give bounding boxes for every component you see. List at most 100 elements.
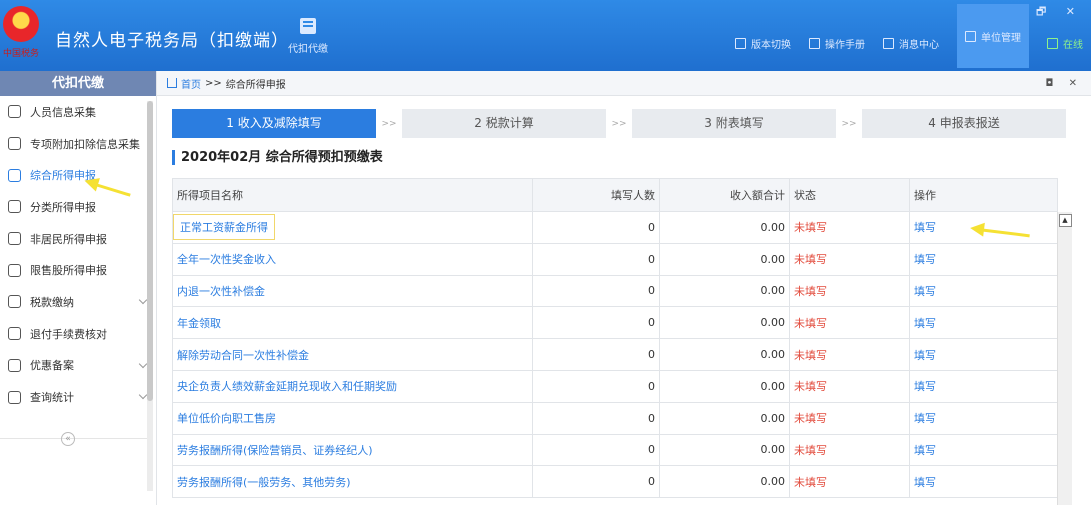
doc-icon: [8, 327, 21, 341]
version-switch-button[interactable]: 版本切换: [735, 36, 791, 51]
action-cell: 填写: [909, 433, 1058, 467]
fill-link[interactable]: 填写: [914, 444, 936, 457]
status-cell: 未填写: [789, 338, 910, 371]
top-tab-withholding[interactable]: 代扣代缴: [276, 18, 340, 55]
step-attachment[interactable]: 3 附表填写: [632, 109, 836, 138]
step-wizard: 1 收入及减除填写 >> 2 税款计算 >> 3 附表填写 >> 4 申报表报送: [172, 109, 1066, 138]
status-cell: 未填写: [789, 306, 910, 340]
card-icon: [8, 358, 21, 372]
sidebar-item-query-stats[interactable]: 查询统计: [0, 381, 156, 413]
sidebar-header: 代扣代缴: [0, 71, 156, 96]
sidebar-item-tax-payment[interactable]: 税款缴纳: [0, 286, 156, 318]
step-arrow: >>: [381, 118, 397, 129]
online-status-button[interactable]: 在线: [1047, 36, 1083, 51]
fill-link[interactable]: 填写: [914, 476, 936, 489]
item-name-cell: 内退一次性补偿金: [172, 274, 533, 308]
manual-button[interactable]: 操作手册: [809, 36, 865, 51]
breadcrumb: 首页 >> 综合所得申报 ◘ ✕: [157, 71, 1091, 96]
income-cell: 0.00: [659, 465, 790, 499]
sidebar-scrollbar[interactable]: [147, 101, 153, 491]
count-cell: 0: [532, 211, 660, 244]
item-name-cell: 劳务报酬所得(一般劳务、其他劳务): [172, 465, 533, 499]
status-cell: 未填写: [789, 433, 910, 467]
status-cell: 未填写: [789, 401, 910, 435]
step-submit[interactable]: 4 申报表报送: [862, 109, 1066, 138]
income-cell: 0.00: [659, 306, 790, 340]
fill-link[interactable]: 填写: [914, 285, 936, 298]
user-outline-icon: [8, 232, 21, 246]
layers-icon: [8, 168, 21, 182]
person-icon: [8, 105, 21, 119]
sidebar-item-preferential-filing[interactable]: 优惠备案: [0, 350, 156, 382]
action-cell: 填写: [909, 242, 1058, 276]
fill-link[interactable]: 填写: [914, 380, 936, 393]
step-arrow: >>: [841, 118, 857, 129]
book-icon: [809, 37, 820, 49]
sidebar-item-special-deduction[interactable]: 专项附加扣除信息采集: [0, 128, 156, 160]
sidebar-item-nonresident[interactable]: 非居民所得申报: [0, 223, 156, 255]
title-bar: 中国税务 自然人电子税务局（扣缴端） 代扣代缴 – 🗗 ✕ 版本切换 操作手册 …: [0, 0, 1091, 71]
status-cell: 未填写: [789, 211, 910, 244]
message-center-button[interactable]: 消息中心: [883, 36, 939, 51]
toolbar-actions: 版本切换 操作手册 消息中心 单位管理 在线: [717, 4, 1083, 68]
item-name-cell: 解除劳动合同一次性补偿金: [172, 338, 533, 371]
step-tax-calculation[interactable]: 2 税款计算: [402, 109, 606, 138]
bar-chart-icon: [8, 263, 21, 277]
search-list-icon: [8, 390, 21, 404]
action-cell: 填写: [909, 369, 1058, 403]
item-name-link[interactable]: 正常工资薪金所得: [173, 214, 275, 241]
item-name-link[interactable]: 内退一次性补偿金: [177, 285, 265, 298]
item-name-cell: 劳务报酬所得(保险营销员、证券经纪人): [172, 433, 533, 467]
action-cell: 填写: [909, 306, 1058, 340]
tab-controls[interactable]: ◘ ✕: [1046, 78, 1083, 89]
col-header-item: 所得项目名称: [172, 178, 533, 212]
col-header-status: 状态: [789, 178, 910, 212]
unit-management-button[interactable]: 单位管理: [957, 4, 1029, 68]
breadcrumb-separator: >>: [205, 77, 222, 89]
col-header-income: 收入额合计: [659, 178, 790, 212]
col-header-action: 操作: [909, 178, 1058, 212]
sidebar-item-personnel[interactable]: 人员信息采集: [0, 96, 156, 128]
item-name-cell: 年金领取: [172, 306, 533, 340]
table-row: 劳务报酬所得(一般劳务、其他劳务) 0 0.00 未填写 填写: [172, 465, 1058, 499]
fill-link[interactable]: 填写: [914, 317, 936, 330]
top-tab-label: 代扣代缴: [288, 44, 328, 55]
table-header-row: 所得项目名称 填写人数 收入额合计 状态 操作: [172, 178, 1058, 212]
sidebar-collapse-button[interactable]: «: [61, 432, 75, 446]
step-income-deduction[interactable]: 1 收入及减除填写: [172, 109, 376, 138]
sidebar: 代扣代缴 人员信息采集 专项附加扣除信息采集 综合所得申报 分类所得申报 非居民…: [0, 71, 157, 505]
fill-link[interactable]: 填写: [914, 253, 936, 266]
status-cell: 未填写: [789, 242, 910, 276]
income-table: 所得项目名称 填写人数 收入额合计 状态 操作 正常工资薪金所得 0 0.00 …: [172, 178, 1058, 499]
scrollbar-thumb[interactable]: [147, 101, 153, 401]
count-cell: 0: [532, 465, 660, 499]
sidebar-item-comprehensive-income[interactable]: 综合所得申报: [0, 159, 156, 191]
count-cell: 0: [532, 369, 660, 403]
sidebar-item-category-income[interactable]: 分类所得申报: [0, 191, 156, 223]
item-name-link[interactable]: 解除劳动合同一次性补偿金: [177, 349, 309, 362]
income-cell: 0.00: [659, 433, 790, 467]
breadcrumb-home-link[interactable]: 首页: [181, 76, 201, 91]
scroll-up-icon[interactable]: ▲: [1058, 214, 1072, 227]
sidebar-item-restricted-shares[interactable]: 限售股所得申报: [0, 254, 156, 286]
table-scrollbar[interactable]: ▲: [1057, 212, 1072, 505]
fill-link[interactable]: 填写: [914, 412, 936, 425]
fill-link[interactable]: 填写: [914, 349, 936, 362]
item-name-link[interactable]: 央企负责人绩效薪金延期兑现收入和任期奖励: [177, 380, 397, 393]
income-cell: 0.00: [659, 274, 790, 308]
table-row: 正常工资薪金所得 0 0.00 未填写 填写: [172, 211, 1058, 244]
table-row: 央企负责人绩效薪金延期兑现收入和任期奖励 0 0.00 未填写 填写: [172, 369, 1058, 403]
app-title: 自然人电子税务局（扣缴端）: [55, 31, 289, 51]
income-cell: 0.00: [659, 401, 790, 435]
fill-link[interactable]: 填写: [914, 221, 936, 234]
item-name-link[interactable]: 劳务报酬所得(保险营销员、证券经纪人): [177, 444, 373, 457]
form-title: 2020年02月 综合所得预扣预缴表: [172, 150, 383, 165]
item-name-cell: 全年一次性奖金收入: [172, 242, 533, 276]
item-name-link[interactable]: 劳务报酬所得(一般劳务、其他劳务): [177, 476, 351, 489]
item-name-link[interactable]: 年金领取: [177, 317, 221, 330]
count-cell: 0: [532, 274, 660, 308]
item-name-link[interactable]: 全年一次性奖金收入: [177, 253, 276, 266]
table-row: 年金领取 0 0.00 未填写 填写: [172, 306, 1058, 340]
item-name-link[interactable]: 单位低价向职工售房: [177, 412, 276, 425]
sidebar-item-refund-fee[interactable]: 退付手续费核对: [0, 318, 156, 350]
